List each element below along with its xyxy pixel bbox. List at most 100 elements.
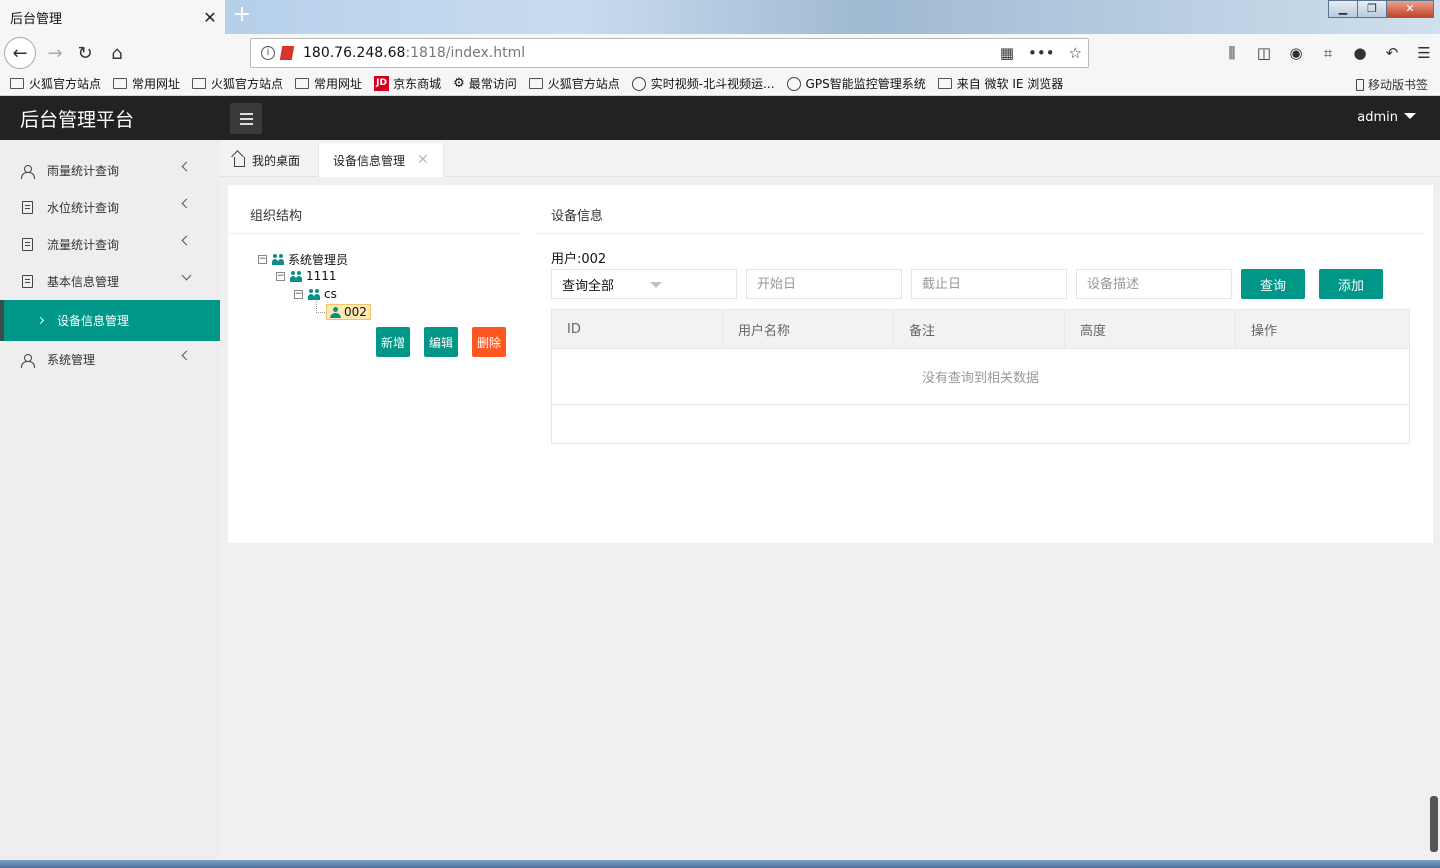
os-taskbar bbox=[0, 860, 1440, 868]
tab-label: 设备信息管理 bbox=[333, 153, 406, 168]
chat-icon[interactable]: ● bbox=[1344, 38, 1376, 68]
tab-device-info[interactable]: 设备信息管理 ✕ bbox=[318, 143, 444, 177]
sidebar-icon[interactable]: ◫ bbox=[1248, 38, 1280, 68]
sidebar-item-flow[interactable]: 流量统计查询 bbox=[0, 226, 220, 263]
column-header-actions: 操作 bbox=[1251, 323, 1278, 339]
library-icon[interactable]: ⫼ bbox=[1216, 38, 1248, 68]
bookmarks-bar: 火狐官方站点 常用网址 火狐官方站点 常用网址 JD 京东商城 ⚙ 最常访问 火狐官… bbox=[0, 72, 1440, 96]
column-header-height[interactable]: 高度 bbox=[1065, 310, 1236, 348]
query-type-select[interactable]: 查询全部 bbox=[551, 269, 737, 299]
document-icon bbox=[21, 275, 33, 288]
extension-icon[interactable]: ◉ bbox=[1280, 38, 1312, 68]
bookmark-item[interactable]: 来自 微软 IE 浏览器 bbox=[937, 75, 1063, 92]
gear-icon: ⚙ bbox=[453, 76, 465, 91]
collapse-icon[interactable]: − bbox=[258, 255, 267, 264]
search-button[interactable]: 查询 bbox=[1241, 269, 1305, 299]
username: admin bbox=[1357, 110, 1398, 125]
browser-nav-bar: ← → ↻ ⌂ i 180.76.248.68 :1818/index.html… bbox=[0, 34, 1440, 72]
column-header-remark[interactable]: 备注 bbox=[894, 310, 1065, 348]
sidebar-item-system[interactable]: 系统管理 bbox=[0, 341, 220, 378]
selected-node[interactable]: 002 bbox=[326, 304, 371, 320]
delete-node-button[interactable]: 删除 bbox=[472, 327, 506, 357]
add-device-button[interactable]: 添加 bbox=[1319, 269, 1383, 299]
close-tab-icon[interactable]: ✕ bbox=[195, 8, 225, 27]
undo-icon[interactable]: ↶ bbox=[1376, 38, 1408, 68]
address-bar[interactable]: i 180.76.248.68 :1818/index.html ▦ ••• ☆ bbox=[250, 38, 1089, 68]
more-icon[interactable]: ••• bbox=[1028, 44, 1055, 62]
sidebar-item-rainfall[interactable]: 雨量统计查询 bbox=[0, 152, 220, 189]
user-menu[interactable]: admin bbox=[1357, 110, 1416, 125]
phone-icon bbox=[1355, 78, 1364, 91]
bookmark-item[interactable]: 火狐官方站点 bbox=[10, 75, 101, 92]
user-icon bbox=[21, 353, 35, 368]
folder-icon bbox=[937, 78, 952, 89]
device-desc-input[interactable] bbox=[1076, 269, 1232, 299]
url-path: :1818/index.html bbox=[405, 45, 526, 61]
table-header: ID 用户名称 备注 高度 操作 bbox=[552, 310, 1409, 349]
start-date-input[interactable] bbox=[746, 269, 902, 299]
url-actions: ▦ ••• ☆ bbox=[1000, 44, 1082, 62]
tree-node-002[interactable]: 002 bbox=[326, 304, 371, 320]
mobile-bookmarks[interactable]: 移动版书签 bbox=[1355, 76, 1428, 93]
bookmark-item[interactable]: GPS智能监控管理系统 bbox=[786, 75, 926, 92]
bookmark-item[interactable]: JD 京东商城 bbox=[374, 75, 441, 92]
screenshot-icon[interactable]: ⌗ bbox=[1312, 38, 1344, 68]
current-user-label: 用户:002 bbox=[551, 252, 607, 267]
new-tab-button[interactable]: + bbox=[230, 4, 254, 28]
scrollbar[interactable] bbox=[1430, 796, 1438, 852]
sidebar: 雨量统计查询 水位统计查询 流量统计查询 基本信息管理 设备信息管理 系统管理 bbox=[0, 140, 220, 868]
add-node-button[interactable]: 新增 bbox=[376, 327, 410, 357]
folder-icon bbox=[192, 78, 207, 89]
chevron-left-icon bbox=[181, 350, 192, 361]
collapse-icon[interactable]: − bbox=[276, 271, 285, 281]
menu-toggle-icon[interactable] bbox=[230, 103, 262, 134]
sidebar-item-basic-info[interactable]: 基本信息管理 bbox=[0, 263, 220, 300]
bookmark-item[interactable]: 火狐官方站点 bbox=[528, 75, 620, 92]
folder-icon bbox=[295, 78, 310, 89]
url-host: 180.76.248.68 bbox=[303, 45, 406, 61]
sidebar-subitem-device-info[interactable]: 设备信息管理 bbox=[0, 300, 220, 341]
select-value: 查询全部 bbox=[562, 278, 615, 294]
tree-node-root[interactable]: − 系统管理员 bbox=[258, 251, 348, 268]
sidebar-item-label: 系统管理 bbox=[47, 353, 96, 367]
chevron-left-icon bbox=[181, 235, 192, 246]
close-window-button[interactable]: ✕ bbox=[1386, 0, 1434, 18]
back-icon[interactable]: ← bbox=[4, 37, 36, 69]
tab-home[interactable]: 我的桌面 bbox=[234, 143, 300, 177]
bookmark-item[interactable]: 实时视频-北斗视频运... bbox=[631, 75, 775, 92]
tree-node-label: cs bbox=[324, 287, 337, 301]
browser-tab[interactable]: 后台管理 ✕ bbox=[0, 0, 226, 34]
column-header-id[interactable]: ID bbox=[552, 310, 723, 348]
device-panel-title: 设备信息 bbox=[551, 209, 604, 224]
divider bbox=[535, 233, 1425, 234]
info-icon[interactable]: i bbox=[261, 46, 275, 60]
sidebar-item-water-level[interactable]: 水位统计查询 bbox=[0, 189, 220, 226]
minimize-button[interactable]: ▁ bbox=[1328, 0, 1358, 18]
window-controls: ▁ ❐ ✕ bbox=[1328, 0, 1434, 18]
user-icon bbox=[330, 306, 341, 318]
menu-icon[interactable]: ☰ bbox=[1408, 38, 1440, 68]
org-panel-title: 组织结构 bbox=[250, 209, 303, 224]
star-icon[interactable]: ☆ bbox=[1069, 44, 1082, 62]
tree-connector bbox=[316, 299, 325, 313]
tree-node-1111[interactable]: − 1111 bbox=[276, 269, 337, 283]
bookmark-item[interactable]: 火狐官方站点 bbox=[192, 75, 283, 92]
maximize-button[interactable]: ❐ bbox=[1357, 0, 1387, 18]
collapse-icon[interactable]: − bbox=[294, 289, 303, 299]
forward-icon[interactable]: → bbox=[40, 38, 70, 68]
brand-title: 后台管理平台 bbox=[20, 109, 135, 131]
folder-icon bbox=[10, 78, 24, 89]
reload-icon[interactable]: ↻ bbox=[70, 38, 100, 68]
globe-icon bbox=[786, 76, 801, 91]
end-date-input[interactable] bbox=[911, 269, 1067, 299]
bookmark-item[interactable]: ⚙ 最常访问 bbox=[453, 75, 517, 92]
edit-node-button[interactable]: 编辑 bbox=[424, 327, 458, 357]
bookmark-item[interactable]: 常用网址 bbox=[113, 75, 180, 92]
bookmark-item[interactable]: 常用网址 bbox=[295, 75, 362, 92]
column-header-username[interactable]: 用户名称 bbox=[723, 310, 894, 348]
close-icon[interactable]: ✕ bbox=[417, 152, 429, 168]
qr-code-icon[interactable]: ▦ bbox=[1000, 44, 1014, 62]
chevron-down-icon bbox=[181, 270, 192, 281]
browser-tab-bar: 后台管理 ✕ + ▁ ❐ ✕ bbox=[0, 0, 1440, 34]
home-icon[interactable]: ⌂ bbox=[102, 38, 132, 68]
